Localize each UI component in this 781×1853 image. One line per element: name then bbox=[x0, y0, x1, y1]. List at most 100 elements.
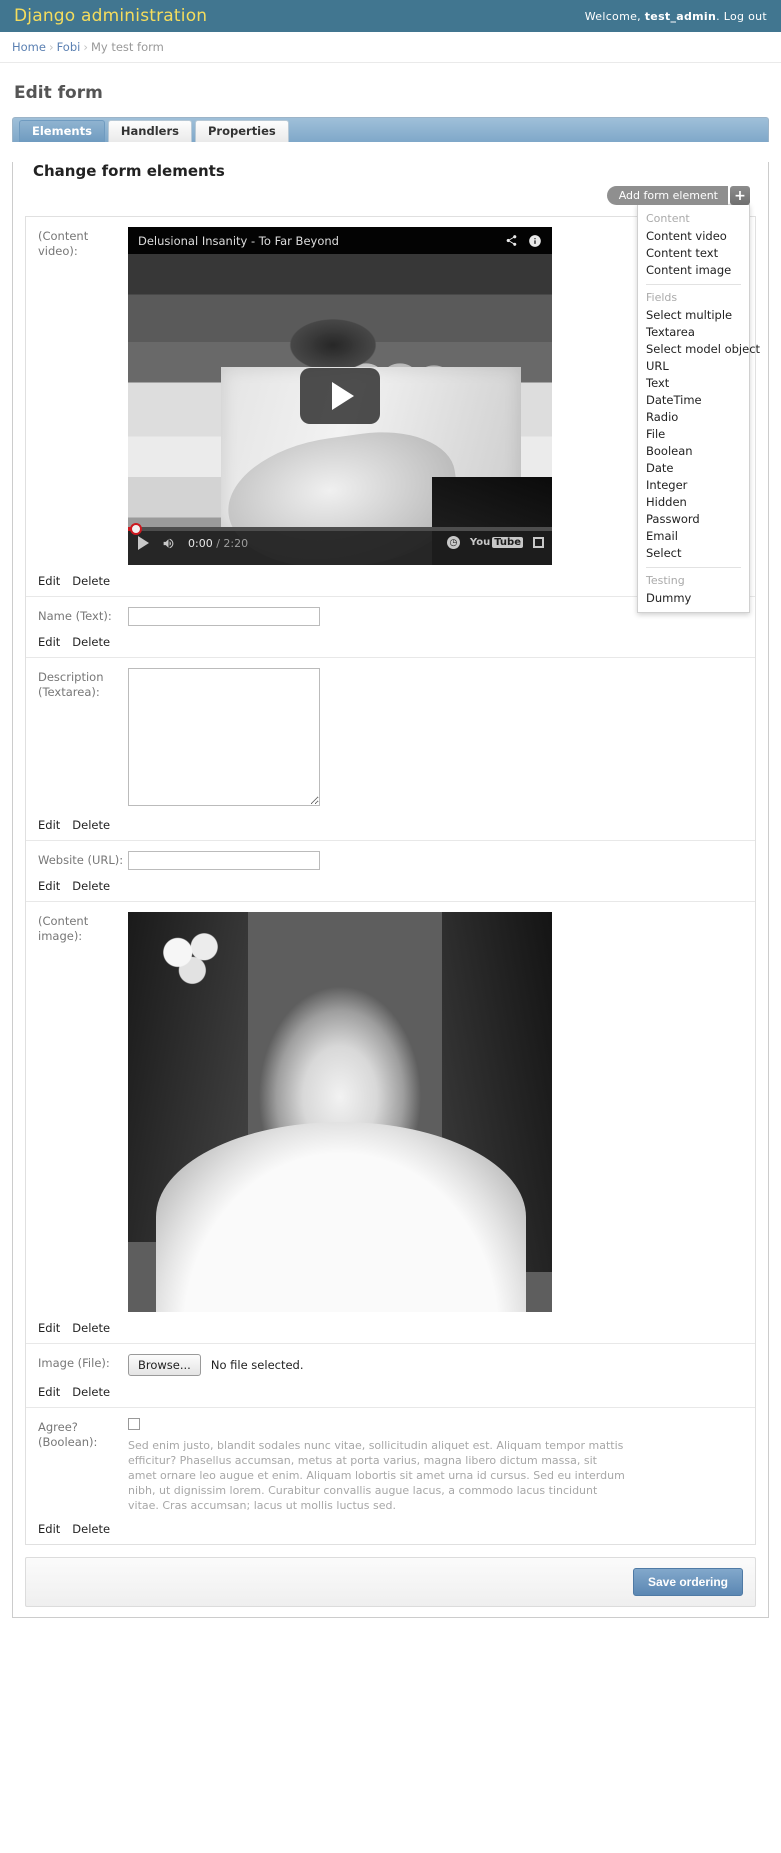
name-input[interactable] bbox=[128, 607, 320, 626]
edit-link[interactable]: Edit bbox=[38, 879, 60, 893]
tab-properties[interactable]: Properties bbox=[194, 120, 289, 142]
dropdown-item-radio[interactable]: Radio bbox=[638, 408, 749, 425]
element-actions-website: Edit Delete bbox=[38, 879, 743, 893]
username: test_admin bbox=[644, 9, 717, 23]
edit-link[interactable]: Edit bbox=[38, 1522, 60, 1536]
element-label-website: Website (URL): bbox=[38, 853, 124, 867]
bottom-spacer bbox=[12, 1618, 769, 1636]
video-controls-left: 0:00 / 2:20 bbox=[138, 536, 248, 550]
dropdown-item-file[interactable]: File bbox=[638, 425, 749, 442]
element-actions-image-file: Edit Delete bbox=[38, 1385, 743, 1399]
video-player[interactable]: Delusional Insanity - To Far Beyond 0:00… bbox=[128, 227, 552, 565]
dropdown-group-fields: Fields bbox=[646, 291, 678, 304]
website-input[interactable] bbox=[128, 851, 320, 870]
dropdown-separator-2 bbox=[646, 567, 741, 568]
element-row-agree-boolean: Agree? (Boolean): Sed enim justo, blandi… bbox=[26, 1408, 755, 1544]
breadcrumb-home[interactable]: Home bbox=[12, 40, 46, 54]
video-progress-bar[interactable] bbox=[128, 523, 552, 535]
dropdown-group-testing: Testing bbox=[646, 574, 685, 587]
delete-link[interactable]: Delete bbox=[72, 1385, 110, 1399]
edit-link[interactable]: Edit bbox=[38, 1385, 60, 1399]
dropdown-item-text[interactable]: Text bbox=[638, 374, 749, 391]
tab-elements[interactable]: Elements bbox=[19, 120, 105, 142]
breadcrumb-separator-2: › bbox=[83, 40, 88, 54]
browse-button[interactable]: Browse... bbox=[128, 1354, 201, 1376]
video-progress-knob[interactable] bbox=[130, 523, 142, 535]
share-icon[interactable] bbox=[505, 234, 518, 247]
edit-link[interactable]: Edit bbox=[38, 574, 60, 588]
file-input-row: Browse... No file selected. bbox=[128, 1354, 743, 1376]
dropdown-item-select-model-object[interactable]: Select model object bbox=[638, 340, 760, 357]
delete-link[interactable]: Delete bbox=[72, 818, 110, 832]
youtube-logo-icon[interactable]: You Tube bbox=[470, 537, 523, 548]
file-status-text: No file selected. bbox=[210, 1358, 304, 1372]
dropdown-item-dummy[interactable]: Dummy bbox=[638, 589, 749, 606]
video-current-time: 0:00 bbox=[188, 536, 213, 550]
play-icon[interactable] bbox=[138, 536, 149, 550]
save-ordering-button[interactable]: Save ordering bbox=[632, 1568, 743, 1596]
user-tools: Welcome, test_admin. Log out bbox=[585, 10, 767, 23]
delete-link[interactable]: Delete bbox=[72, 1522, 110, 1536]
element-label-content-image: (Content image): bbox=[38, 914, 89, 943]
edit-link[interactable]: Edit bbox=[38, 635, 60, 649]
video-controls-right: ◷ You Tube bbox=[446, 536, 544, 549]
play-button[interactable] bbox=[300, 368, 380, 424]
dropdown-item-boolean[interactable]: Boolean bbox=[638, 442, 749, 459]
element-row-image-file: Image (File): Browse... No file selected… bbox=[26, 1344, 755, 1408]
element-row-content-image: (Content image): Edit Delete bbox=[26, 902, 755, 1344]
delete-link[interactable]: Delete bbox=[72, 635, 110, 649]
element-label-content-video: (Content video): bbox=[38, 229, 89, 258]
dropdown-item-select[interactable]: Select bbox=[638, 544, 749, 561]
element-actions-content-image: Edit Delete bbox=[38, 1321, 743, 1335]
video-duration: 2:20 bbox=[223, 536, 249, 550]
edit-link[interactable]: Edit bbox=[38, 818, 60, 832]
dropdown-item-hidden[interactable]: Hidden bbox=[638, 493, 749, 510]
video-title-bar: Delusional Insanity - To Far Beyond bbox=[128, 227, 552, 254]
dropdown-item-content-video[interactable]: Content video bbox=[638, 227, 749, 244]
welcome-period: . bbox=[716, 9, 720, 23]
page-title: Edit form bbox=[14, 83, 103, 103]
edit-link[interactable]: Edit bbox=[38, 1321, 60, 1335]
element-label-name: Name (Text): bbox=[38, 609, 112, 623]
plus-icon[interactable]: + bbox=[730, 186, 750, 205]
dropdown-item-date[interactable]: Date bbox=[638, 459, 749, 476]
delete-link[interactable]: Delete bbox=[72, 574, 110, 588]
dropdown-item-email[interactable]: Email bbox=[638, 527, 749, 544]
watch-later-icon[interactable]: ◷ bbox=[446, 536, 460, 549]
dropdown-item-textarea[interactable]: Textarea bbox=[638, 323, 749, 340]
delete-link[interactable]: Delete bbox=[72, 1321, 110, 1335]
description-textarea[interactable] bbox=[128, 668, 320, 806]
dropdown-separator-1 bbox=[646, 284, 741, 285]
volume-icon[interactable] bbox=[161, 537, 176, 550]
add-element-row: Add form element + Content Content video… bbox=[13, 186, 760, 613]
tab-handlers[interactable]: Handlers bbox=[107, 120, 192, 142]
dropdown-item-password[interactable]: Password bbox=[638, 510, 749, 527]
main-content: Edit form Elements Handlers Properties C… bbox=[0, 63, 781, 1636]
dropdown-item-content-text[interactable]: Content text bbox=[638, 244, 749, 261]
add-form-element-button[interactable]: Add form element bbox=[606, 186, 728, 205]
logout-link[interactable]: Log out bbox=[724, 10, 767, 23]
video-time-display: 0:00 / 2:20 bbox=[188, 537, 248, 550]
delete-link[interactable]: Delete bbox=[72, 879, 110, 893]
dropdown-item-content-image[interactable]: Content image bbox=[638, 261, 749, 278]
breadcrumb: Home › Fobi › My test form bbox=[0, 32, 781, 63]
youtube-logo-tube: Tube bbox=[492, 537, 523, 548]
add-element-control[interactable]: Add form element + bbox=[606, 186, 750, 205]
section-title: Change form elements bbox=[33, 162, 225, 180]
info-icon[interactable] bbox=[528, 234, 542, 248]
fullscreen-icon[interactable] bbox=[533, 537, 544, 548]
breadcrumb-app[interactable]: Fobi bbox=[57, 40, 81, 54]
dropdown-item-select-multiple[interactable]: Select multiple bbox=[638, 306, 749, 323]
agree-checkbox[interactable] bbox=[128, 1418, 140, 1430]
element-actions-description: Edit Delete bbox=[38, 818, 743, 832]
play-triangle-icon bbox=[331, 382, 354, 410]
submit-row: Save ordering bbox=[25, 1557, 756, 1607]
admin-header: Django administration Welcome, test_admi… bbox=[0, 0, 781, 32]
dropdown-item-url[interactable]: URL bbox=[638, 357, 749, 374]
element-label-image-file: Image (File): bbox=[38, 1356, 110, 1370]
dropdown-item-datetime[interactable]: DateTime bbox=[638, 391, 749, 408]
breadcrumb-separator-1: › bbox=[48, 40, 54, 54]
element-label-agree: Agree? (Boolean): bbox=[38, 1420, 98, 1449]
add-element-dropdown[interactable]: Content Content video Content text Conte… bbox=[637, 204, 760, 613]
dropdown-item-integer[interactable]: Integer bbox=[638, 476, 749, 493]
